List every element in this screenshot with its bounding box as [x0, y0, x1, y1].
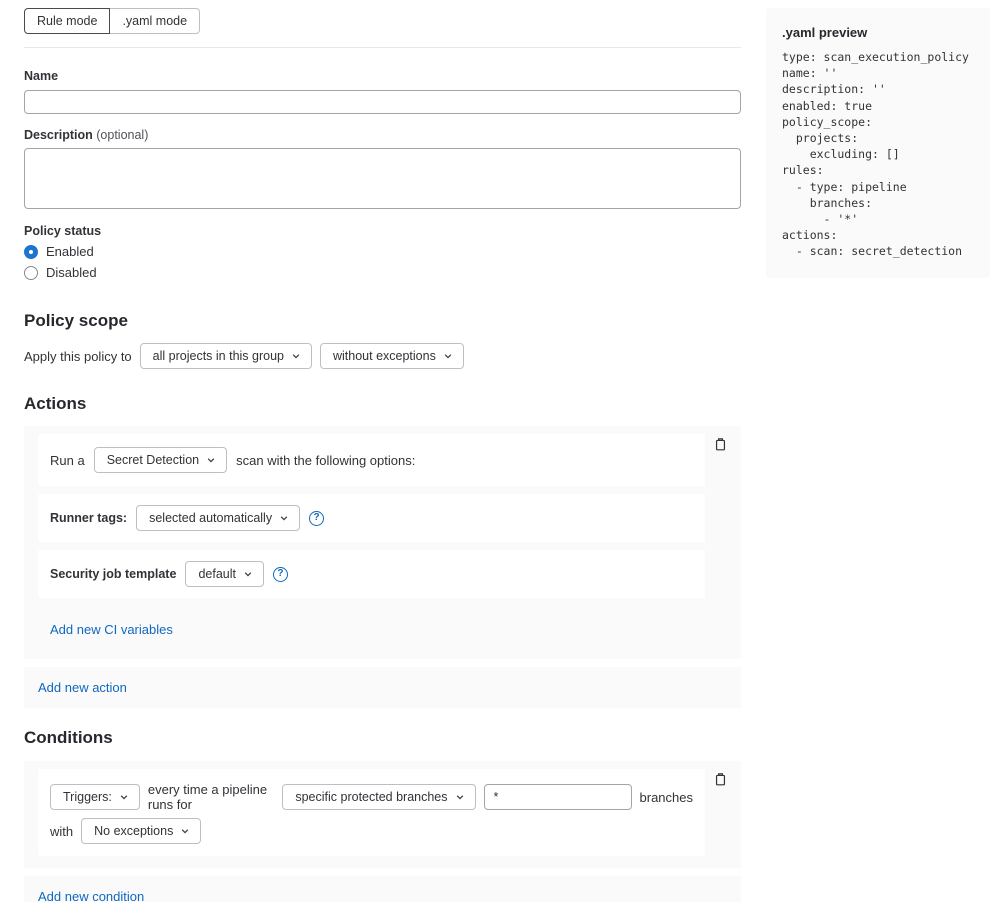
yaml-preview-panel: .yaml preview type: scan_execution_polic…	[766, 8, 990, 278]
chevron-down-icon	[443, 351, 453, 361]
chevron-down-icon	[243, 569, 253, 579]
add-ci-variables-link[interactable]: Add new CI variables	[50, 622, 173, 637]
chevron-down-icon	[455, 792, 465, 802]
actions-heading: Actions	[24, 394, 741, 414]
job-template-help-icon[interactable]: ?	[273, 567, 288, 582]
name-input[interactable]	[24, 90, 741, 114]
delete-condition-button[interactable]	[711, 770, 729, 788]
policy-status-label: Policy status	[24, 224, 741, 238]
job-template-dropdown[interactable]: default	[185, 561, 264, 587]
runner-tags-row: Runner tags: selected automatically ?	[38, 494, 705, 542]
ci-variables-block: Add new CI variables	[38, 606, 705, 659]
policy-scope-row: Apply this policy to all projects in thi…	[24, 343, 741, 369]
scan-type-dropdown-label: Secret Detection	[107, 453, 199, 467]
scan-options-text: scan with the following options:	[236, 453, 415, 468]
section-divider	[24, 47, 741, 48]
trash-icon	[713, 771, 728, 787]
trash-icon	[713, 436, 728, 452]
radio-disabled-icon[interactable]	[24, 266, 38, 280]
scan-type-dropdown[interactable]: Secret Detection	[94, 447, 227, 473]
apply-policy-text: Apply this policy to	[24, 349, 132, 364]
exceptions-scope-dropdown-label: without exceptions	[333, 349, 436, 363]
yaml-mode-button[interactable]: .yaml mode	[109, 8, 200, 34]
triggers-dropdown-label: Triggers:	[63, 790, 112, 804]
branch-exceptions-dropdown[interactable]: No exceptions	[81, 818, 201, 844]
add-condition-strip: Add new condition	[24, 876, 741, 902]
policy-editor-form: Rule mode .yaml mode Name Description (o…	[24, 8, 741, 902]
condition-line-1: Triggers: every time a pipeline runs for…	[50, 782, 693, 812]
action-card: Run a Secret Detection scan with the fol…	[24, 426, 741, 659]
pipeline-runs-text: every time a pipeline runs for	[148, 782, 274, 812]
radio-enabled-label: Enabled	[46, 244, 94, 259]
runner-tags-dropdown[interactable]: selected automatically	[136, 505, 300, 531]
add-action-strip: Add new action	[24, 667, 741, 708]
branches-text: branches	[640, 790, 693, 805]
description-textarea[interactable]	[24, 148, 741, 209]
add-new-action-link[interactable]: Add new action	[38, 680, 127, 695]
conditions-heading: Conditions	[24, 728, 741, 748]
status-option-disabled[interactable]: Disabled	[24, 265, 741, 280]
chevron-down-icon	[291, 351, 301, 361]
runner-tags-label: Runner tags:	[50, 511, 127, 525]
runner-tags-help-icon[interactable]: ?	[309, 511, 324, 526]
condition-line-2: with No exceptions	[50, 818, 693, 844]
branch-exceptions-dropdown-label: No exceptions	[94, 824, 173, 838]
description-label-text: Description	[24, 128, 93, 142]
job-template-dropdown-label: default	[198, 567, 236, 581]
chevron-down-icon	[119, 792, 129, 802]
condition-inner-card: Triggers: every time a pipeline runs for…	[38, 769, 705, 856]
chevron-down-icon	[180, 826, 190, 836]
triggers-dropdown[interactable]: Triggers:	[50, 784, 140, 810]
yaml-preview-code: type: scan_execution_policy name: '' des…	[782, 49, 974, 260]
description-optional-text: (optional)	[96, 128, 148, 142]
description-label: Description (optional)	[24, 128, 741, 142]
name-label: Name	[24, 69, 741, 83]
runner-tags-dropdown-label: selected automatically	[149, 511, 272, 525]
with-text: with	[50, 824, 73, 839]
job-template-label: Security job template	[50, 567, 176, 581]
policy-scope-heading: Policy scope	[24, 311, 741, 331]
condition-card: Triggers: every time a pipeline runs for…	[24, 761, 741, 868]
job-template-row: Security job template default ?	[38, 550, 705, 598]
chevron-down-icon	[206, 455, 216, 465]
branch-pattern-input[interactable]	[484, 784, 632, 810]
run-a-text: Run a	[50, 453, 85, 468]
scan-type-row: Run a Secret Detection scan with the fol…	[38, 434, 705, 486]
add-new-condition-link[interactable]: Add new condition	[38, 889, 144, 902]
yaml-preview-title: .yaml preview	[782, 25, 974, 40]
delete-action-button[interactable]	[711, 435, 729, 453]
branch-type-dropdown[interactable]: specific protected branches	[282, 784, 475, 810]
editor-mode-toggle: Rule mode .yaml mode	[24, 8, 741, 34]
projects-scope-dropdown-label: all projects in this group	[153, 349, 284, 363]
radio-disabled-label: Disabled	[46, 265, 97, 280]
projects-scope-dropdown[interactable]: all projects in this group	[140, 343, 312, 369]
branch-type-dropdown-label: specific protected branches	[295, 790, 447, 804]
rule-mode-button[interactable]: Rule mode	[24, 8, 110, 34]
radio-enabled-icon[interactable]	[24, 245, 38, 259]
chevron-down-icon	[279, 513, 289, 523]
status-option-enabled[interactable]: Enabled	[24, 244, 741, 259]
exceptions-scope-dropdown[interactable]: without exceptions	[320, 343, 464, 369]
